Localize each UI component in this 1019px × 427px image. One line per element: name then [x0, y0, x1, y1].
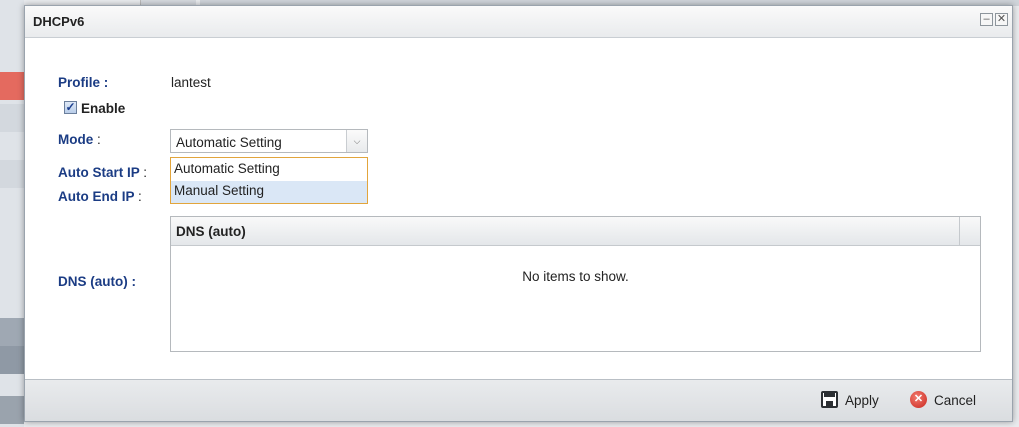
background-tab-red	[0, 72, 24, 100]
background-tab	[0, 160, 24, 188]
dns-grid-column-header[interactable]: DNS (auto)	[176, 224, 246, 239]
mode-option-manual[interactable]: Manual Setting	[171, 181, 367, 203]
dhcpv6-dialog: DHCPv6 – ✕ Profile : lantest ✓ Enable Mo…	[24, 5, 1013, 422]
dialog-titlebar: DHCPv6 – ✕	[25, 6, 1012, 38]
background-sidebar	[0, 0, 24, 427]
cancel-label: Cancel	[934, 393, 977, 408]
dialog-title: DHCPv6	[33, 14, 85, 29]
enable-checkbox[interactable]: ✓	[64, 101, 77, 114]
background-tab	[0, 318, 24, 346]
mode-dropdown-list: Automatic Setting Manual Setting	[170, 157, 368, 204]
auto-start-ip-label: Auto Start IP :	[58, 165, 148, 180]
cancel-button[interactable]: ✕ Cancel	[910, 390, 992, 410]
minimize-icon[interactable]: –	[980, 13, 993, 26]
background-tab	[0, 104, 24, 132]
dialog-footer: Apply ✕ Cancel	[25, 379, 1012, 421]
chevron-down-icon[interactable]: ⌵	[346, 130, 367, 152]
auto-end-ip-label: Auto End IP :	[58, 189, 142, 204]
background-tab	[0, 346, 24, 374]
mode-option-automatic[interactable]: Automatic Setting	[171, 159, 367, 181]
dns-auto-label: DNS (auto) :	[58, 274, 136, 289]
dns-grid-header: DNS (auto)	[171, 217, 980, 246]
profile-label: Profile :	[58, 75, 109, 90]
apply-label: Apply	[845, 393, 879, 408]
profile-value: lantest	[171, 75, 211, 90]
close-icon[interactable]: ✕	[995, 13, 1008, 26]
mode-select-value: Automatic Setting	[176, 135, 282, 150]
save-icon	[821, 391, 838, 408]
mode-select[interactable]: Automatic Setting ⌵	[170, 129, 368, 153]
dns-grid-empty-text: No items to show.	[522, 269, 629, 284]
check-icon: ✓	[65, 100, 76, 114]
dns-grid: DNS (auto) No items to show.	[170, 216, 981, 352]
apply-button[interactable]: Apply	[821, 390, 893, 410]
column-separator	[959, 217, 960, 245]
enable-label: Enable	[81, 101, 126, 116]
mode-label: Mode :	[58, 132, 101, 147]
background-tab	[0, 396, 24, 424]
cancel-icon: ✕	[910, 391, 927, 408]
